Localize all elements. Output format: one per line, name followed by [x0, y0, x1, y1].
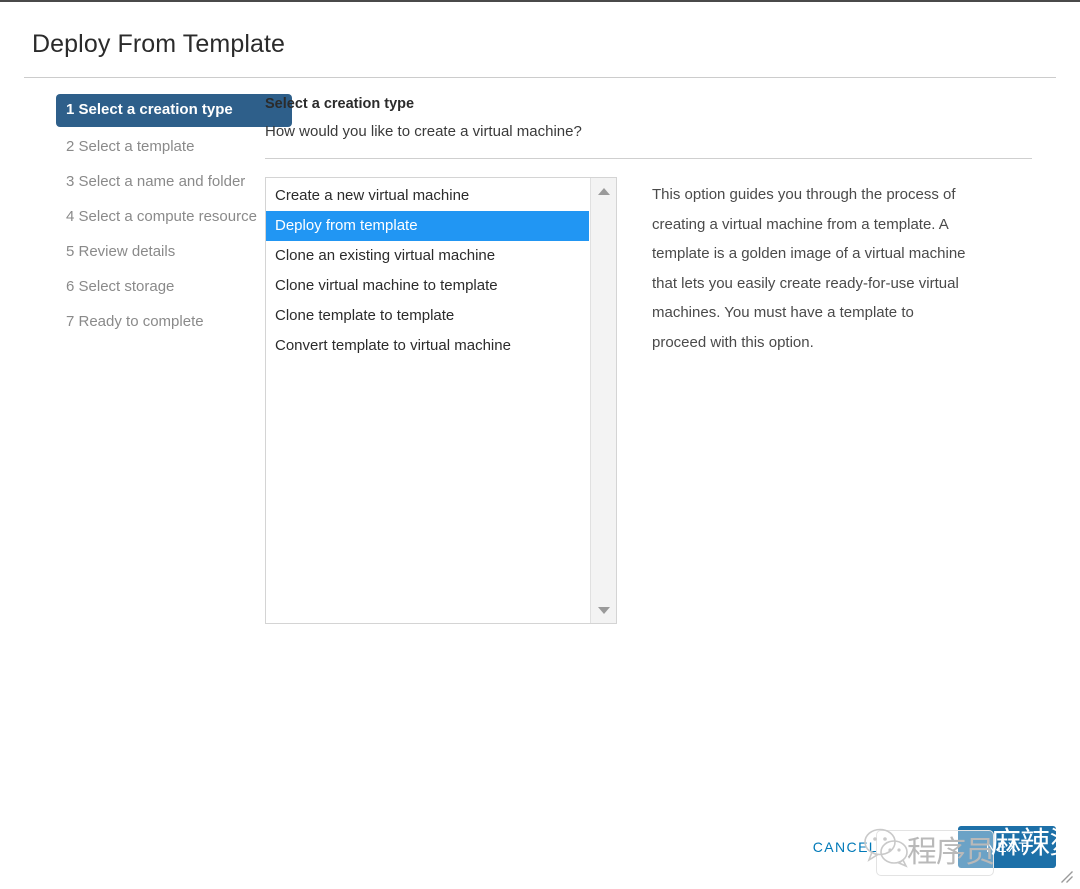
sidebar-step-7-text: 7 Ready to complete	[66, 313, 204, 330]
triangle-up-icon	[598, 187, 610, 195]
content-row: Create a new virtual machine Deploy from…	[265, 177, 1032, 624]
list-item[interactable]: Clone an existing virtual machine	[266, 241, 589, 271]
main-subheading: How would you like to create a virtual m…	[265, 123, 582, 140]
deploy-from-template-dialog: Deploy From Template 1 Select a creation…	[0, 0, 1080, 889]
next-button[interactable]: NEXT	[958, 826, 1056, 868]
sidebar-step-1[interactable]: 1 Select a creation type	[56, 94, 292, 127]
list-item[interactable]: Deploy from template	[266, 211, 589, 241]
creation-type-listbox[interactable]: Create a new virtual machine Deploy from…	[265, 177, 617, 624]
step-sidebar: 1 Select a creation type 2 Select a temp…	[0, 94, 292, 624]
list-item[interactable]: Clone virtual machine to template	[266, 271, 589, 301]
cancel-button[interactable]: CANCEL	[803, 831, 888, 863]
sidebar-step-6[interactable]: 6 Select storage	[56, 272, 260, 302]
list-item[interactable]: Create a new virtual machine	[266, 181, 589, 211]
sidebar-step-5[interactable]: 5 Review details	[56, 237, 260, 267]
dialog-body: 1 Select a creation type 2 Select a temp…	[0, 78, 1080, 624]
sidebar-step-2-text: 2 Select a template	[66, 138, 195, 155]
main-divider	[265, 158, 1032, 159]
scroll-down-button[interactable]	[591, 600, 617, 620]
sidebar-step-5-text: 5 Review details	[66, 243, 176, 260]
sidebar-step-6-text: 6 Select storage	[66, 278, 175, 295]
listbox-scrollbar[interactable]	[590, 178, 616, 623]
sidebar-step-3[interactable]: 3 Select a name and folder	[56, 167, 260, 197]
list-item[interactable]: Clone template to template	[266, 301, 589, 331]
scroll-up-button[interactable]	[591, 181, 617, 201]
sidebar-step-4[interactable]: 4 Select a compute resource	[56, 202, 260, 232]
sidebar-step-4-text: 4 Select a compute resource	[66, 208, 257, 225]
sidebar-step-3-text: 3 Select a name and folder	[66, 173, 246, 190]
main-heading: Select a creation type	[265, 96, 415, 112]
dialog-footer: CANCEL NEXT	[803, 826, 1056, 868]
option-description: This option guides you through the proce…	[652, 186, 966, 351]
triangle-down-icon	[598, 606, 610, 614]
sidebar-step-2[interactable]: 2 Select a template	[56, 132, 260, 162]
main-panel: Select a creation type How would you lik…	[260, 94, 1080, 624]
sidebar-step-1-text: 1 Select a creation type	[66, 101, 233, 118]
sidebar-step-7[interactable]: 7 Ready to complete	[56, 307, 260, 337]
list-item[interactable]: Convert template to virtual machine	[266, 331, 589, 361]
title-bar: Deploy From Template	[0, 2, 1080, 60]
resize-grip-icon[interactable]	[1059, 869, 1075, 885]
page-title: Deploy From Template	[32, 30, 286, 58]
listbox-items: Create a new virtual machine Deploy from…	[266, 178, 589, 623]
